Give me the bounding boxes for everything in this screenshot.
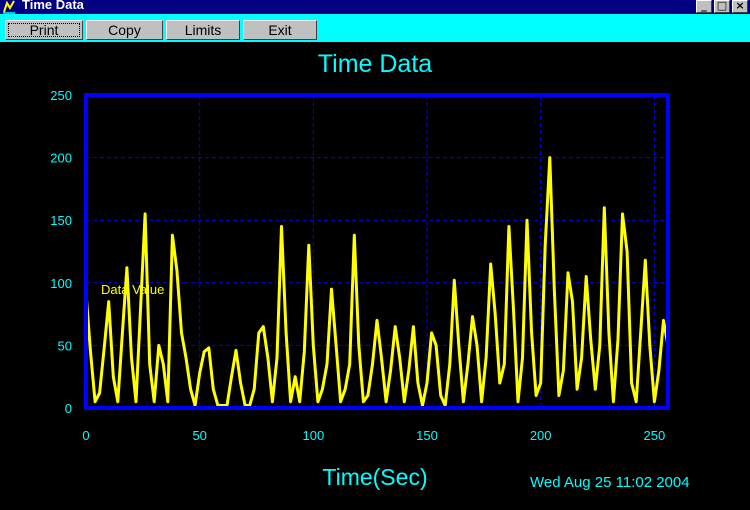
series-line [84, 156, 670, 407]
y-tick-label: 50 [58, 338, 72, 353]
y-tick-label: 150 [50, 213, 72, 228]
x-tick-label: 150 [416, 428, 438, 443]
y-tick-label: 0 [65, 401, 72, 416]
series-label: Data Value [101, 282, 164, 297]
x-tick-label: 50 [192, 428, 206, 443]
y-tick-label: 100 [50, 276, 72, 291]
y-tick-label: 250 [50, 88, 72, 103]
timestamp: Wed Aug 25 11:02 2004 [530, 474, 690, 491]
x-tick-label: 250 [644, 428, 666, 443]
time-data-chart: Data Value 0 50 100 150 200 250 0 50 100 150 200 250 [50, 88, 670, 443]
x-tick-label: 0 [82, 428, 89, 443]
x-tick-label: 100 [302, 428, 324, 443]
x-tick-label: 200 [530, 428, 552, 443]
y-tick-label: 200 [50, 151, 72, 166]
